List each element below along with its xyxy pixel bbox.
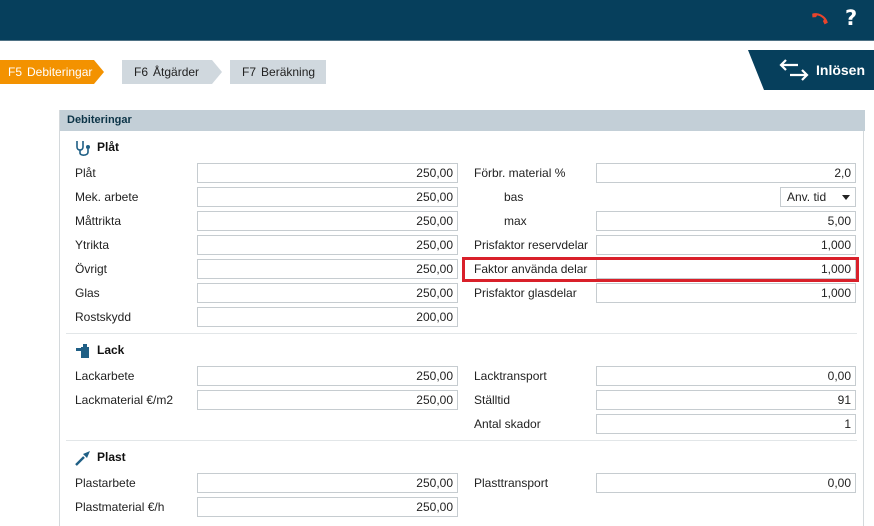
select-bas-value: Anv. tid: [787, 190, 827, 204]
label-mek-arbete: Mek. arbete: [75, 190, 139, 204]
hang-up-phone-icon[interactable]: [808, 9, 830, 31]
tab-label: Beräkning: [261, 65, 316, 79]
label-ovrigt: Övrigt: [75, 262, 108, 276]
input-forbr-material[interactable]: 2,0: [596, 163, 856, 183]
tab-key: F5: [8, 65, 23, 79]
spray-gun-icon: [76, 344, 89, 358]
input-ytrikta[interactable]: 250,00: [197, 235, 458, 255]
section-title-lack: Lack: [97, 343, 125, 357]
label-lackarbete: Lackarbete: [75, 369, 135, 383]
label-prisfaktor-reservdelar: Prisfaktor reservdelar: [474, 238, 589, 252]
tab-strip: F5 Debiteringar F6 Åtgärder F7 Beräkning: [0, 40, 874, 90]
label-mattrikta: Måttrikta: [75, 214, 122, 228]
label-rostskydd: Rostskydd: [75, 310, 132, 324]
input-prisfaktor-glasdelar[interactable]: 1,000: [596, 283, 856, 303]
tab-key: F6: [134, 65, 149, 79]
input-mattrikta[interactable]: 250,00: [197, 211, 458, 231]
input-plat[interactable]: 250,00: [197, 163, 458, 183]
inlosen-label: Inlösen: [816, 62, 866, 78]
input-antal-skador[interactable]: 1: [596, 414, 856, 434]
label-plastmaterial: Plastmaterial €/h: [75, 500, 165, 514]
section-title-plast: Plast: [97, 450, 126, 464]
input-mek-arbete[interactable]: 250,00: [197, 187, 458, 207]
input-max[interactable]: 5,00: [596, 211, 856, 231]
input-plasttransport[interactable]: 0,00: [596, 473, 856, 493]
top-bar: ?: [0, 0, 874, 40]
label-lacktransport: Lacktransport: [474, 369, 547, 383]
label-prisfaktor-glasdelar: Prisfaktor glasdelar: [474, 286, 577, 300]
input-plastmaterial[interactable]: 250,00: [197, 497, 458, 517]
select-bas[interactable]: Anv. tid: [780, 187, 856, 207]
label-plat: Plåt: [75, 166, 96, 180]
tab-atgarder[interactable]: F6 Åtgärder: [122, 60, 222, 84]
input-lackarbete[interactable]: 250,00: [197, 366, 458, 386]
input-stalltid[interactable]: 91: [596, 390, 856, 410]
label-plasttransport: Plasttransport: [474, 476, 549, 490]
label-stalltid: Ställtid: [474, 393, 511, 407]
section-divider: [66, 333, 857, 334]
label-antal-skador: Antal skador: [474, 417, 541, 431]
section-title-plat: Plåt: [97, 140, 120, 154]
chevron-down-icon: [842, 195, 850, 200]
stethoscope-icon: [76, 141, 90, 156]
spatula-icon: [75, 451, 90, 466]
label-forbr-material: Förbr. material %: [474, 166, 566, 180]
tab-berakning[interactable]: F7 Beräkning: [230, 60, 326, 84]
help-icon[interactable]: ?: [845, 6, 857, 30]
label-ytrikta: Ytrikta: [75, 238, 110, 252]
input-plastarbete[interactable]: 250,00: [197, 473, 458, 493]
input-lacktransport[interactable]: 0,00: [596, 366, 856, 386]
input-prisfaktor-reservdelar[interactable]: 1,000: [596, 235, 856, 255]
section-divider: [66, 440, 857, 441]
tab-label: Åtgärder: [153, 65, 200, 79]
input-glas[interactable]: 250,00: [197, 283, 458, 303]
label-glas: Glas: [75, 286, 100, 300]
tab-debiteringar[interactable]: F5 Debiteringar: [0, 60, 104, 84]
input-rostskydd[interactable]: 200,00: [197, 307, 458, 327]
label-plastarbete: Plastarbete: [75, 476, 136, 490]
inlosen-button[interactable]: Inlösen: [748, 50, 874, 90]
input-lackmaterial[interactable]: 250,00: [197, 390, 458, 410]
exchange-arrows-icon: [779, 59, 809, 81]
label-lackmaterial: Lackmaterial €/m2: [75, 393, 174, 407]
panel-title: Debiteringar: [60, 110, 865, 131]
input-ovrigt[interactable]: 250,00: [197, 259, 458, 279]
label-max: max: [504, 214, 527, 228]
label-bas: bas: [504, 190, 524, 204]
tab-key: F7: [242, 65, 257, 79]
tab-label: Debiteringar: [27, 65, 93, 79]
highlight-box: [462, 257, 859, 282]
